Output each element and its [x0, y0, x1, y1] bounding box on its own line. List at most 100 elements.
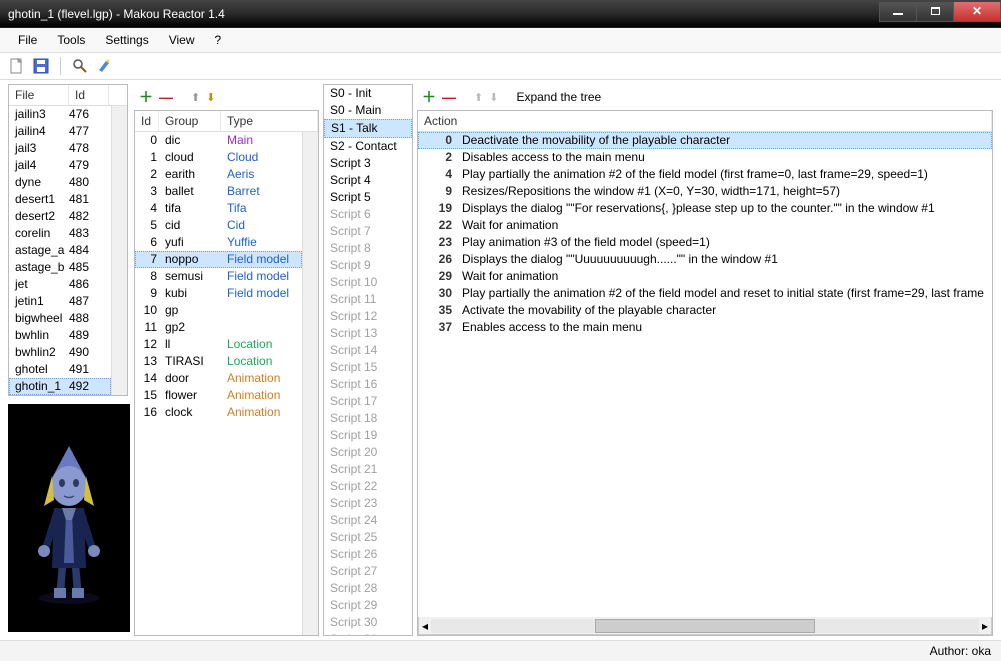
script-row: Script 25 [324, 529, 412, 546]
group-row[interactable]: 10gp [135, 302, 302, 319]
scrollbar[interactable] [302, 132, 318, 635]
group-row[interactable]: 12llLocation [135, 336, 302, 353]
file-list[interactable]: jailin3476jailin4477jail3478jail4479dyne… [9, 106, 111, 395]
menu-tools[interactable]: Tools [47, 30, 95, 50]
action-row[interactable]: 9Resizes/Repositions the window #1 (X=0,… [418, 183, 992, 200]
expand-tree-button[interactable]: Expand the tree [516, 90, 601, 104]
file-row[interactable]: desert1481 [9, 191, 111, 208]
add-group-button[interactable]: ＋ [139, 87, 153, 107]
h-scrollbar[interactable]: ◂▸ [418, 617, 992, 635]
menu-settings[interactable]: Settings [95, 30, 158, 50]
file-row[interactable]: bigwheel488 [9, 310, 111, 327]
action-list[interactable]: 0Deactivate the movability of the playab… [418, 132, 992, 617]
action-row[interactable]: 2Disables access to the main menu [418, 149, 992, 166]
file-row[interactable]: jailin3476 [9, 106, 111, 123]
file-row[interactable]: astage_b485 [9, 259, 111, 276]
file-row[interactable]: corelin483 [9, 225, 111, 242]
titlebar: ghotin_1 (flevel.lgp) - Makou Reactor 1.… [0, 0, 1001, 28]
script-row: Script 14 [324, 342, 412, 359]
script-row[interactable]: S1 - Talk [324, 119, 412, 138]
file-row[interactable]: desert2482 [9, 208, 111, 225]
scrollbar[interactable] [111, 106, 127, 395]
action-row[interactable]: 26Displays the dialog ""Uuuuuuuuuugh....… [418, 251, 992, 268]
action-row[interactable]: 0Deactivate the movability of the playab… [418, 132, 992, 149]
action-row[interactable]: 37Enables access to the main menu [418, 319, 992, 336]
script-row: Script 9 [324, 257, 412, 274]
script-row: Script 10 [324, 274, 412, 291]
action-panel: ＋ — ⬆ ⬇ Expand the tree Action 0Deactiva… [417, 84, 993, 636]
script-row[interactable]: S2 - Contact [324, 138, 412, 155]
action-row[interactable]: 19Displays the dialog ""For reservations… [418, 200, 992, 217]
script-list[interactable]: S0 - InitS0 - MainS1 - TalkS2 - ContactS… [324, 85, 412, 635]
new-icon[interactable] [8, 57, 26, 75]
window-title: ghotin_1 (flevel.lgp) - Makou Reactor 1.… [8, 7, 880, 21]
wizard-icon[interactable] [95, 57, 113, 75]
script-row: Script 23 [324, 495, 412, 512]
action-row[interactable]: 23Play animation #3 of the field model (… [418, 234, 992, 251]
script-row: Script 7 [324, 223, 412, 240]
group-row[interactable]: 4tifaTifa [135, 200, 302, 217]
remove-action-button[interactable]: — [442, 89, 456, 105]
group-up-button[interactable]: ⬆ [191, 91, 200, 104]
group-row[interactable]: 13TIRASILocation [135, 353, 302, 370]
script-row: Script 6 [324, 206, 412, 223]
script-row: Script 28 [324, 580, 412, 597]
add-action-button[interactable]: ＋ [422, 87, 436, 107]
remove-group-button[interactable]: — [159, 89, 173, 105]
group-panel: ＋ — ⬆ ⬇ Id Group Type 0dicMain1cloudClou… [134, 84, 319, 636]
group-row[interactable]: 15flowerAnimation [135, 387, 302, 404]
group-row[interactable]: 5cidCid [135, 217, 302, 234]
action-down-button[interactable]: ⬇ [489, 91, 498, 104]
group-row[interactable]: 0dicMain [135, 132, 302, 149]
group-row[interactable]: 8semusiField model [135, 268, 302, 285]
group-row[interactable]: 11gp2 [135, 319, 302, 336]
minimize-button[interactable] [879, 2, 917, 22]
close-button[interactable]: ✕ [953, 2, 1001, 22]
group-row[interactable]: 14doorAnimation [135, 370, 302, 387]
script-row: Script 12 [324, 308, 412, 325]
file-row[interactable]: ghotin_1492 [9, 378, 111, 395]
action-header: Action [418, 111, 992, 132]
script-row: Script 24 [324, 512, 412, 529]
file-row[interactable]: bwhlin2490 [9, 344, 111, 361]
file-row[interactable]: jailin4477 [9, 123, 111, 140]
file-row[interactable]: jail3478 [9, 140, 111, 157]
group-row[interactable]: 2earithAeris [135, 166, 302, 183]
file-row[interactable]: jet486 [9, 276, 111, 293]
script-row[interactable]: S0 - Main [324, 102, 412, 119]
search-icon[interactable] [71, 57, 89, 75]
script-row: Script 21 [324, 461, 412, 478]
file-row[interactable]: dyne480 [9, 174, 111, 191]
action-row[interactable]: 4Play partially the animation #2 of the … [418, 166, 992, 183]
save-icon[interactable] [32, 57, 50, 75]
action-row[interactable]: 22Wait for animation [418, 217, 992, 234]
group-row[interactable]: 3balletBarret [135, 183, 302, 200]
group-list[interactable]: 0dicMain1cloudCloud2earithAeris3balletBa… [135, 132, 302, 635]
file-row[interactable]: ghotel491 [9, 361, 111, 378]
script-row: Script 26 [324, 546, 412, 563]
script-row[interactable]: Script 4 [324, 172, 412, 189]
file-row[interactable]: jail4479 [9, 157, 111, 174]
script-row[interactable]: Script 3 [324, 155, 412, 172]
script-row: Script 15 [324, 359, 412, 376]
action-row[interactable]: 29Wait for animation [418, 268, 992, 285]
menu-file[interactable]: File [8, 30, 47, 50]
menu-view[interactable]: View [159, 30, 205, 50]
group-row[interactable]: 6yufiYuffie [135, 234, 302, 251]
action-row[interactable]: 30Play partially the animation #2 of the… [418, 285, 992, 302]
file-row[interactable]: astage_a484 [9, 242, 111, 259]
group-down-button[interactable]: ⬇ [206, 91, 215, 104]
file-row[interactable]: jetin1487 [9, 293, 111, 310]
script-row[interactable]: S0 - Init [324, 85, 412, 102]
group-row[interactable]: 7noppoField model [135, 251, 302, 268]
action-up-button[interactable]: ⬆ [474, 91, 483, 104]
script-row[interactable]: Script 5 [324, 189, 412, 206]
action-row[interactable]: 35Activate the movability of the playabl… [418, 302, 992, 319]
group-row[interactable]: 1cloudCloud [135, 149, 302, 166]
group-row[interactable]: 9kubiField model [135, 285, 302, 302]
file-row[interactable]: bwhlin489 [9, 327, 111, 344]
toolbar [0, 53, 1001, 80]
maximize-button[interactable] [916, 2, 954, 22]
group-row[interactable]: 16clockAnimation [135, 404, 302, 421]
menu-help[interactable]: ? [205, 30, 232, 50]
